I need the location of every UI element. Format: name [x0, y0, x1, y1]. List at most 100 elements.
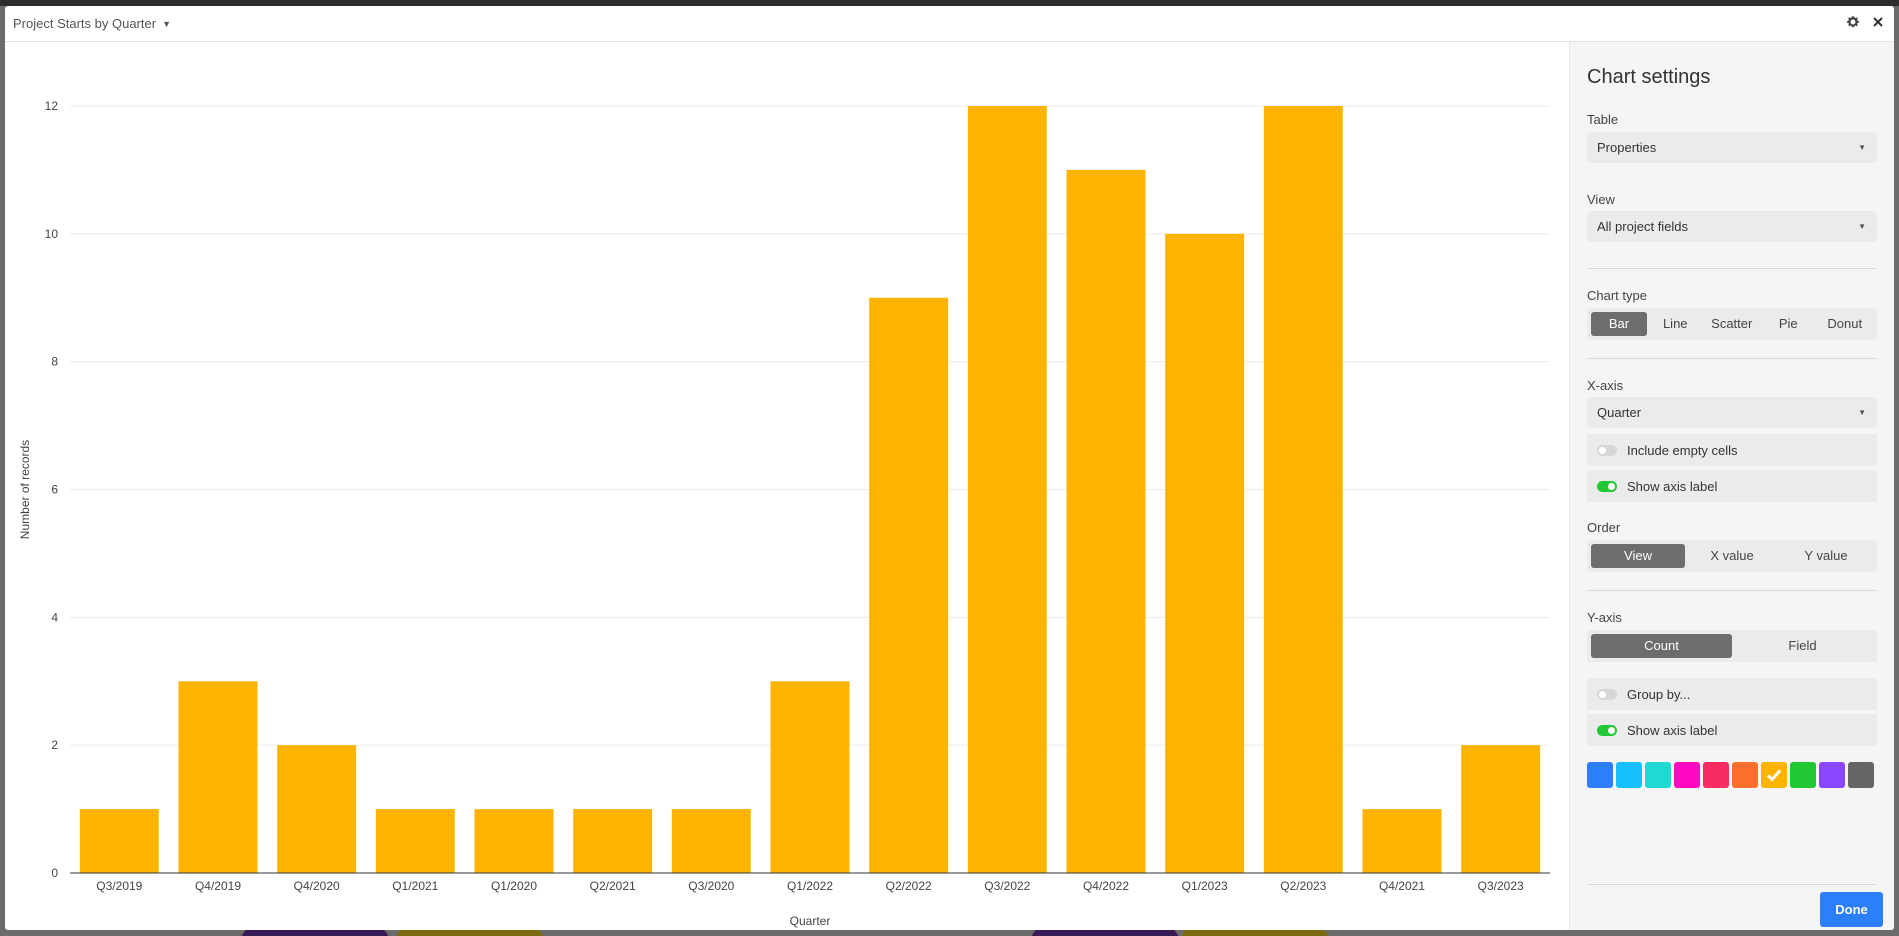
x-tick-label: Q3/2019: [96, 879, 142, 893]
bar: [1165, 233, 1245, 874]
group-by-toggle[interactable]: Group by...: [1587, 678, 1877, 710]
bar: [474, 809, 554, 873]
xaxis-select-value: Quarter: [1597, 405, 1642, 420]
color-swatch[interactable]: [1703, 762, 1729, 788]
color-swatch[interactable]: [1790, 762, 1816, 788]
order-selector: View X value Y value: [1587, 540, 1877, 572]
bar: [1461, 745, 1541, 873]
divider: [1587, 268, 1877, 269]
bar: [671, 809, 751, 873]
bar: [869, 297, 949, 873]
bar: [79, 809, 159, 873]
x-tick-label: Q3/2020: [688, 879, 734, 893]
x-axis-title: Quarter: [790, 914, 831, 928]
x-tick-label: Q2/2022: [886, 879, 932, 893]
order-view[interactable]: View: [1591, 544, 1685, 568]
bar: [1263, 106, 1343, 873]
bar: [967, 106, 1047, 873]
gear-icon[interactable]: [1846, 15, 1860, 29]
color-swatch[interactable]: [1732, 762, 1758, 788]
x-tick-label: Q2/2021: [590, 879, 636, 893]
divider: [1587, 358, 1877, 359]
yaxis-selector: Count Field: [1587, 630, 1877, 662]
x-tick-label: Q4/2019: [195, 879, 241, 893]
table-select[interactable]: Properties ▼: [1587, 132, 1877, 163]
y-tick-label: 0: [51, 866, 58, 880]
color-swatch[interactable]: [1616, 762, 1642, 788]
bar: [1362, 809, 1442, 873]
toggle-on: [1597, 480, 1617, 492]
toggle-off: [1597, 688, 1617, 700]
color-swatch[interactable]: [1819, 762, 1845, 788]
modal-header: Project Starts by Quarter ▼: [5, 6, 1894, 42]
chart-type-scatter[interactable]: Scatter: [1704, 312, 1761, 336]
view-label: View: [1587, 192, 1615, 207]
color-swatch[interactable]: [1645, 762, 1671, 788]
table-label: Table: [1587, 112, 1619, 127]
x-tick-label: Q1/2022: [787, 879, 833, 893]
chart-settings-panel: Chart settings Table Properties ▼ View A…: [1569, 42, 1894, 930]
header-actions: [1846, 15, 1884, 29]
panel-title: Chart settings: [1587, 66, 1711, 88]
bar: [178, 681, 258, 873]
yaxis-count[interactable]: Count: [1591, 634, 1732, 658]
order-y-value[interactable]: Y value: [1779, 544, 1873, 568]
chart-title: Project Starts by Quarter: [13, 16, 157, 31]
color-swatch[interactable]: [1587, 762, 1613, 788]
view-select-value: All project fields: [1597, 219, 1689, 234]
bar-chart: 0 2 4 6 8 10 12 Q3/2019 Q4/2019 Q4/2020 Q1/2021 Q1/…: [18, 99, 1550, 928]
order-x-value[interactable]: X value: [1685, 544, 1779, 568]
bar: [770, 681, 850, 873]
bar: [375, 809, 455, 873]
check-icon: [1766, 769, 1782, 782]
show-axis-label-y-toggle[interactable]: Show axis label: [1587, 714, 1877, 746]
x-tick-label: Q4/2020: [294, 879, 340, 893]
chart-type-pie[interactable]: Pie: [1760, 312, 1817, 336]
y-tick-label: 4: [51, 610, 58, 624]
show-axis-label-x-toggle[interactable]: Show axis label: [1587, 470, 1877, 502]
color-swatches: [1587, 762, 1874, 788]
toggle-on: [1597, 724, 1617, 736]
divider: [1587, 590, 1877, 591]
bar: [277, 745, 357, 873]
chevron-down-icon: ▼: [1858, 143, 1866, 152]
chart-title-dropdown[interactable]: Project Starts by Quarter ▼: [13, 16, 171, 31]
color-swatch[interactable]: [1848, 762, 1874, 788]
chevron-down-icon: ▼: [1858, 408, 1866, 417]
yaxis-label: Y-axis: [1587, 610, 1622, 625]
close-icon[interactable]: [1872, 16, 1884, 28]
chart-modal: Project Starts by Quarter ▼ 0 2 4 6 8 10 12 Q3/…: [5, 6, 1894, 930]
yaxis-field[interactable]: Field: [1732, 634, 1873, 658]
y-axis-title: Number of records: [18, 440, 32, 539]
order-label: Order: [1587, 520, 1621, 535]
show-axis-label-y-text: Show axis label: [1627, 722, 1718, 738]
chart-type-donut[interactable]: Donut: [1817, 312, 1874, 336]
x-tick-label: Q4/2021: [1379, 879, 1425, 893]
x-tick-label: Q3/2023: [1478, 879, 1524, 893]
y-tick-label: 10: [45, 227, 59, 241]
x-tick-label: Q4/2022: [1083, 879, 1129, 893]
done-button[interactable]: Done: [1820, 892, 1883, 927]
chevron-down-icon: ▼: [1858, 222, 1866, 231]
chart-type-line[interactable]: Line: [1647, 312, 1704, 336]
color-swatch[interactable]: [1761, 762, 1787, 788]
color-swatch[interactable]: [1674, 762, 1700, 788]
x-tick-label: Q3/2022: [984, 879, 1030, 893]
x-tick-label: Q1/2021: [392, 879, 438, 893]
chart-type-label: Chart type: [1587, 288, 1647, 303]
toggle-off: [1597, 444, 1617, 456]
x-tick-label: Q1/2023: [1182, 879, 1228, 893]
xaxis-label: X-axis: [1587, 378, 1624, 393]
table-select-value: Properties: [1597, 140, 1657, 155]
divider: [1587, 884, 1877, 885]
view-select[interactable]: All project fields ▼: [1587, 211, 1877, 242]
include-empty-cells-toggle[interactable]: Include empty cells: [1587, 434, 1877, 466]
y-tick-label: 6: [51, 483, 58, 497]
chart-type-bar[interactable]: Bar: [1591, 312, 1647, 336]
bar: [573, 809, 653, 873]
chart-area: 0 2 4 6 8 10 12 Q3/2019 Q4/2019 Q4/2020 Q1/2021 Q1/…: [5, 42, 1569, 930]
x-tick-label: Q2/2023: [1280, 879, 1326, 893]
show-axis-label-x-text: Show axis label: [1627, 478, 1718, 494]
y-tick-label: 8: [51, 355, 58, 369]
xaxis-select[interactable]: Quarter ▼: [1587, 397, 1877, 428]
